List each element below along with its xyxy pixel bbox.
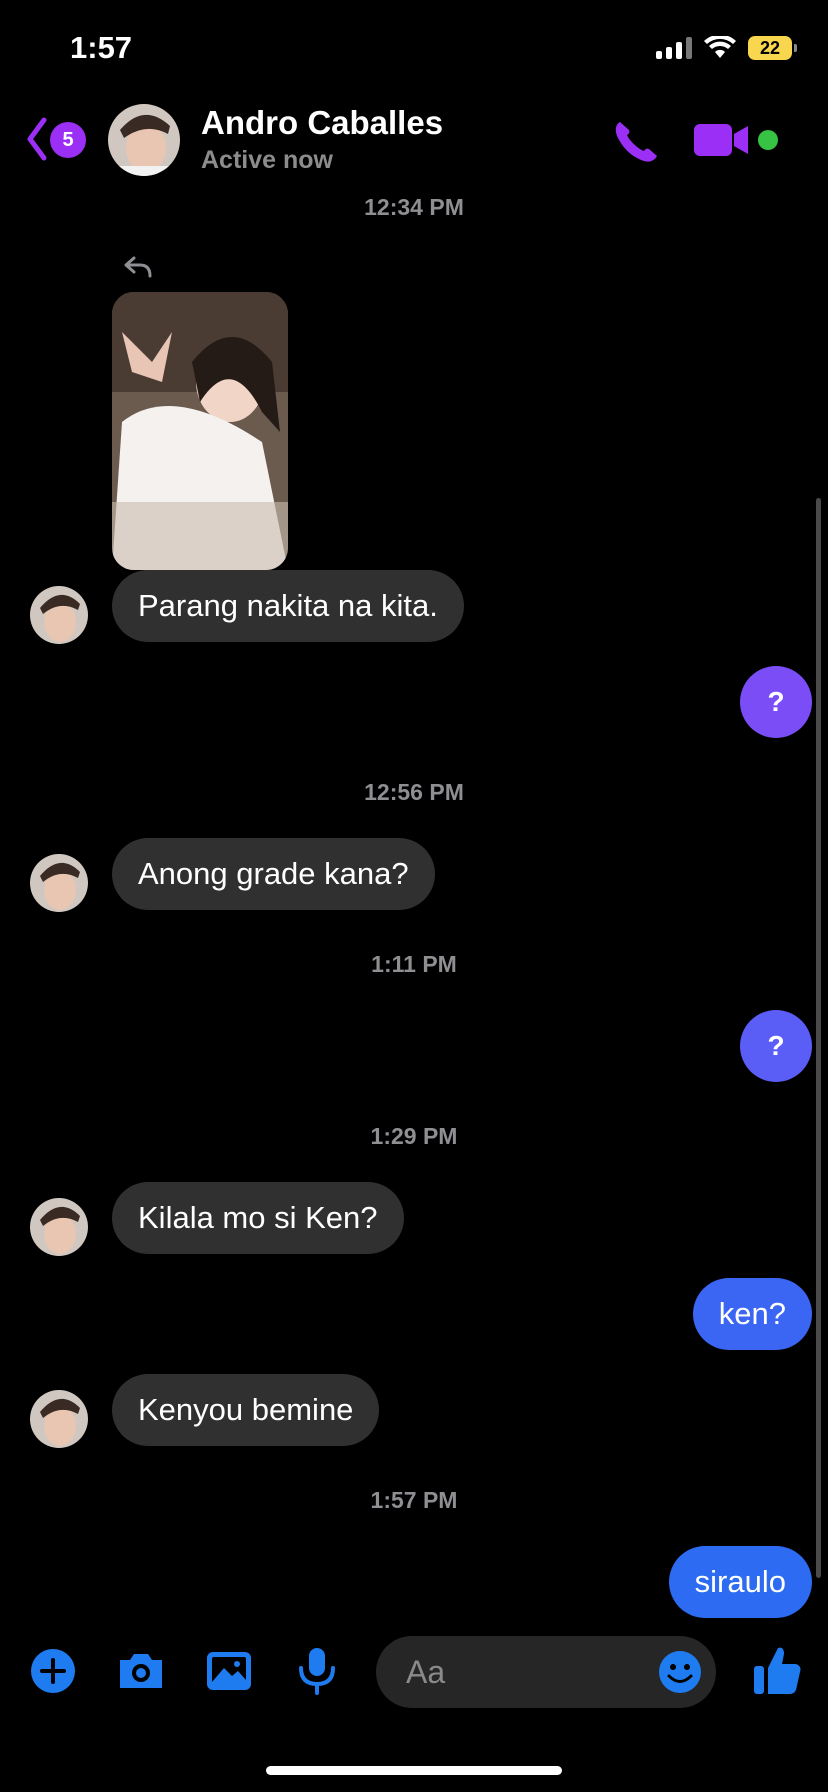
status-time: 1:57	[70, 30, 133, 65]
home-indicator[interactable]	[266, 1766, 562, 1775]
message-timestamp: 1:29 PM	[370, 1123, 458, 1149]
video-call-icon[interactable]	[694, 122, 750, 158]
contact-name[interactable]: Andro Caballes	[201, 104, 443, 142]
message-timestamp: 1:11 PM	[371, 951, 457, 977]
message-timestamp: 12:34 PM	[364, 194, 464, 220]
status-indicators: 22	[656, 36, 797, 60]
incoming-message[interactable]: Kilala mo si Ken?	[112, 1182, 404, 1254]
scrollbar[interactable]	[816, 498, 821, 1578]
messenger-chat-screen: 1:57 22 5 Andro Caballes Active now 12:3…	[0, 0, 828, 1792]
photo-gallery-icon[interactable]	[204, 1646, 254, 1696]
camera-icon[interactable]	[116, 1646, 166, 1696]
incoming-message[interactable]: Parang nakita na kita.	[112, 570, 464, 642]
smiley-emoji-icon[interactable]	[658, 1650, 702, 1694]
thumbs-up-icon[interactable]	[752, 1644, 802, 1696]
microphone-icon[interactable]	[292, 1646, 342, 1696]
incoming-message[interactable]: Kenyou bemine	[112, 1374, 380, 1446]
contact-active-status: Active now	[201, 146, 333, 174]
battery-indicator: 22	[748, 36, 797, 60]
sender-avatar[interactable]	[30, 1390, 88, 1448]
outgoing-message[interactable]: ken?	[692, 1278, 812, 1350]
sender-avatar[interactable]	[30, 854, 88, 912]
outgoing-message[interactable]: siraulo	[668, 1546, 812, 1618]
message-timestamp: 12:56 PM	[364, 779, 464, 805]
reply-arrow-icon	[124, 256, 152, 278]
phone-call-icon[interactable]	[612, 118, 660, 164]
unread-count-badge[interactable]: 5	[50, 122, 86, 158]
online-status-dot	[758, 130, 778, 150]
outgoing-message[interactable]: ?	[740, 666, 812, 738]
contact-avatar[interactable]	[108, 104, 180, 176]
message-timestamp: 1:57 PM	[370, 1487, 458, 1513]
shared-photo-message[interactable]	[112, 292, 288, 570]
outgoing-message[interactable]: ?	[740, 1010, 812, 1082]
plus-circle-icon[interactable]	[28, 1646, 78, 1696]
sender-avatar[interactable]	[30, 1198, 88, 1256]
sender-avatar[interactable]	[30, 586, 88, 644]
incoming-message[interactable]: Anong grade kana?	[112, 838, 435, 910]
cellular-signal-icon	[656, 37, 692, 59]
wifi-icon	[704, 36, 736, 58]
